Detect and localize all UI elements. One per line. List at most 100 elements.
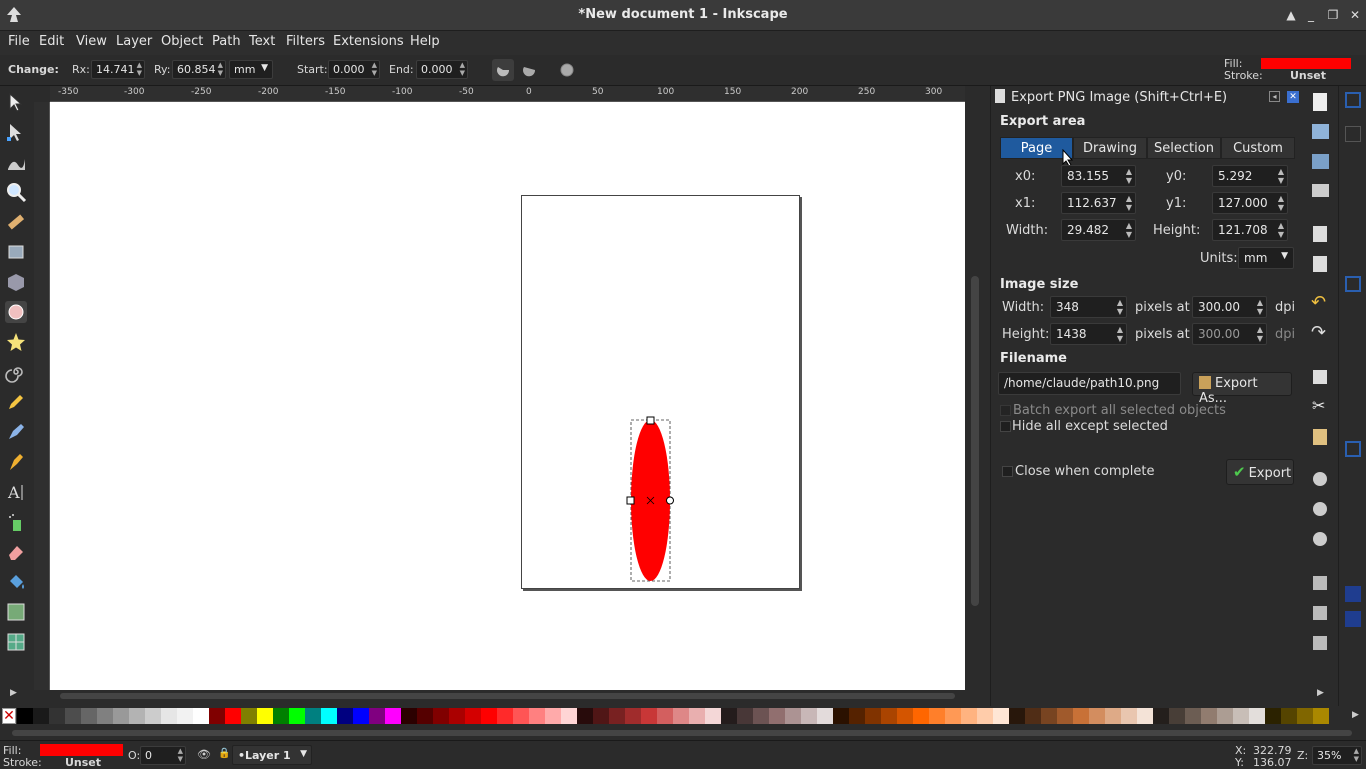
import-icon[interactable] — [1313, 226, 1327, 242]
selected-ellipse[interactable] — [625, 416, 675, 586]
color-swatch[interactable] — [529, 708, 545, 724]
color-swatch[interactable] — [1121, 708, 1137, 724]
color-swatch[interactable] — [1089, 708, 1105, 724]
color-swatch[interactable] — [913, 708, 929, 724]
no-paint-swatch[interactable]: ✕ — [2, 708, 16, 724]
color-swatch[interactable] — [337, 708, 353, 724]
gradient-tool[interactable] — [5, 601, 27, 623]
x1-input[interactable]: 112.637 ▲ ▼ — [1061, 192, 1136, 214]
color-swatch[interactable] — [1105, 708, 1121, 724]
color-swatch[interactable] — [945, 708, 961, 724]
color-swatch[interactable] — [17, 708, 33, 724]
export-as-button[interactable]: Export As... — [1192, 372, 1292, 406]
color-swatch[interactable] — [689, 708, 705, 724]
color-swatch[interactable] — [481, 708, 497, 724]
color-swatch[interactable] — [65, 708, 81, 724]
color-swatch[interactable] — [993, 708, 1009, 724]
color-swatch[interactable] — [849, 708, 865, 724]
clone-icon[interactable] — [1313, 606, 1327, 620]
snap-bbox-icon[interactable] — [1345, 126, 1361, 142]
mesh-tool[interactable] — [5, 631, 27, 653]
dock-icon[interactable]: ◂ — [1269, 91, 1280, 102]
export-icon[interactable] — [1313, 256, 1327, 272]
menu-edit[interactable]: Edit — [39, 34, 64, 49]
commands-expand-icon[interactable]: ▶ — [1317, 688, 1324, 698]
color-swatch[interactable] — [49, 708, 65, 724]
color-swatch[interactable] — [257, 708, 273, 724]
paste-icon[interactable] — [1313, 429, 1327, 445]
measure-tool[interactable] — [5, 211, 27, 233]
color-swatch[interactable] — [97, 708, 113, 724]
color-swatch[interactable] — [1217, 708, 1233, 724]
menu-file[interactable]: File — [8, 34, 30, 49]
menu-layer[interactable]: Layer — [116, 34, 152, 49]
color-swatch[interactable] — [641, 708, 657, 724]
zoom-page-icon[interactable] — [1313, 532, 1327, 546]
layer-select[interactable]: •Layer 1 ▼ — [232, 745, 312, 765]
pen-tool[interactable] — [5, 421, 27, 443]
menu-object[interactable]: Object — [161, 34, 203, 49]
palette-scrollbar[interactable] — [0, 727, 1366, 739]
keep-above-icon[interactable]: ▲ — [1282, 6, 1300, 24]
new-document-icon[interactable] — [1313, 93, 1327, 111]
tab-selection[interactable]: Selection — [1147, 137, 1221, 159]
color-swatch[interactable] — [753, 708, 769, 724]
color-swatch[interactable] — [577, 708, 593, 724]
area-height-input[interactable]: 121.708 ▲ ▼ — [1212, 219, 1288, 241]
spiral-tool[interactable] — [5, 361, 27, 383]
color-swatch[interactable] — [1073, 708, 1089, 724]
horizontal-scrollbar[interactable] — [50, 690, 965, 702]
color-swatch[interactable] — [625, 708, 641, 724]
color-swatch[interactable] — [465, 708, 481, 724]
color-swatch[interactable] — [385, 708, 401, 724]
color-swatch[interactable] — [1281, 708, 1297, 724]
visibility-eye-icon[interactable]: 👁 — [197, 748, 211, 761]
color-swatch[interactable] — [561, 708, 577, 724]
color-swatch[interactable] — [1169, 708, 1185, 724]
color-swatch[interactable] — [273, 708, 289, 724]
menu-text[interactable]: Text — [249, 34, 275, 49]
color-swatch[interactable] — [161, 708, 177, 724]
arc-type-arc-button[interactable] — [518, 59, 540, 81]
y1-input[interactable]: 127.000 ▲ ▼ — [1212, 192, 1288, 214]
maximize-button[interactable]: ❐ — [1324, 6, 1342, 24]
save-icon[interactable] — [1312, 154, 1329, 169]
color-swatch[interactable] — [657, 708, 673, 724]
color-swatch[interactable] — [897, 708, 913, 724]
end-input[interactable]: 0.000 ▲ ▼ — [416, 60, 468, 79]
color-swatch[interactable] — [241, 708, 257, 724]
color-swatch[interactable] — [1153, 708, 1169, 724]
color-swatch[interactable] — [417, 708, 433, 724]
image-height-input[interactable]: 1438 ▲ ▼ — [1050, 323, 1127, 345]
color-swatch[interactable] — [129, 708, 145, 724]
color-swatch[interactable] — [449, 708, 465, 724]
color-swatch[interactable] — [369, 708, 385, 724]
snap-toggle-icon[interactable] — [1345, 92, 1361, 108]
menu-extensions[interactable]: Extensions — [333, 34, 404, 49]
arc-type-slice-button[interactable] — [492, 59, 514, 81]
scroll-thumb[interactable] — [971, 276, 979, 606]
close-button[interactable]: ✕ — [1346, 6, 1364, 24]
color-swatch[interactable] — [817, 708, 833, 724]
selector-tool[interactable] — [5, 91, 27, 113]
color-swatch[interactable] — [145, 708, 161, 724]
zoom-input[interactable]: 35% ▲ ▼ — [1312, 746, 1362, 765]
color-swatch[interactable] — [545, 708, 561, 724]
color-swatch[interactable] — [209, 708, 225, 724]
vertical-scrollbar[interactable] — [966, 86, 984, 698]
color-swatch[interactable] — [1137, 708, 1153, 724]
color-swatch[interactable] — [81, 708, 97, 724]
zoom-tool[interactable] — [5, 181, 27, 203]
color-swatch[interactable] — [881, 708, 897, 724]
canvas[interactable] — [50, 102, 965, 690]
zoom-selection-icon[interactable] — [1313, 472, 1327, 486]
color-swatch[interactable] — [833, 708, 849, 724]
node-tool[interactable] — [5, 121, 27, 143]
color-swatch[interactable] — [593, 708, 609, 724]
rx-input[interactable]: 14.741 ▲ ▼ — [91, 60, 145, 79]
copy-icon[interactable] — [1313, 370, 1327, 384]
color-swatch[interactable] — [977, 708, 993, 724]
color-swatch[interactable] — [497, 708, 513, 724]
color-swatch[interactable] — [737, 708, 753, 724]
color-swatch[interactable] — [353, 708, 369, 724]
